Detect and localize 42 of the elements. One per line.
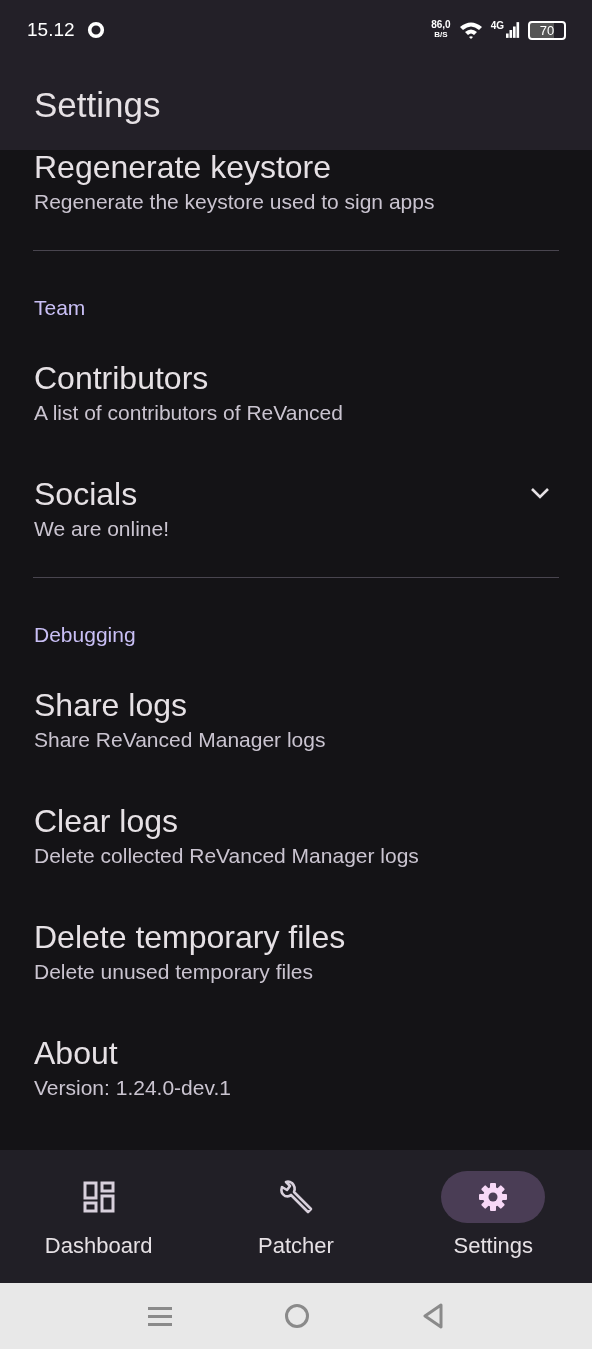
- settings-item[interactable]: Contributors A list of contributors of ReVanced: [0, 334, 592, 450]
- net-speed: 86,0: [431, 20, 451, 30]
- battery-indicator: 70: [528, 20, 566, 40]
- settings-item[interactable]: Socials We are online!: [0, 450, 592, 566]
- item-subtitle: Share ReVanced Manager logs: [34, 727, 327, 753]
- item-subtitle: A list of contributors of ReVanced: [34, 400, 344, 426]
- dashboard-icon: [82, 1181, 115, 1213]
- network-type: 4G: [490, 20, 504, 31]
- item-subtitle: Delete collected ReVanced Manager logs: [34, 843, 420, 869]
- net-speed-unit: B/S: [434, 30, 448, 40]
- back-icon[interactable]: [422, 1303, 444, 1329]
- settings-item[interactable]: Clear logs Delete collected ReVanced Manager logs: [0, 777, 592, 893]
- item-subtitle: Version: 1.24.0-dev.1: [34, 1075, 232, 1101]
- page-title: Settings: [34, 85, 161, 125]
- section-header: Team: [33, 295, 87, 321]
- settings-item[interactable]: Delete temporary files Delete unused temporary files: [0, 893, 592, 1009]
- item-title: Regenerate keystore: [34, 150, 333, 187]
- nav-tab[interactable]: Settings: [394, 1150, 592, 1283]
- wrench-icon: [278, 1179, 314, 1215]
- item-title: Contributors: [34, 359, 210, 398]
- clock: 15.12: [27, 19, 75, 41]
- location-icon: [86, 21, 105, 39]
- chevron-down-icon[interactable]: [530, 486, 550, 499]
- nav-tab[interactable]: Dashboard: [0, 1150, 198, 1283]
- menu-icon[interactable]: [148, 1306, 172, 1326]
- item-title: Clear logs: [34, 802, 180, 841]
- item-subtitle: Regenerate the keystore used to sign apps: [34, 189, 436, 215]
- section-header: Debugging: [33, 622, 137, 648]
- item-subtitle: Delete unused temporary files: [34, 959, 314, 985]
- wifi-icon: [458, 20, 483, 40]
- item-title: Share logs: [34, 686, 188, 725]
- settings-item[interactable]: About Version: 1.24.0-dev.1: [0, 1009, 592, 1125]
- settings-item[interactable]: Regenerate keystore Regenerate the keystore used to sign apps: [0, 150, 592, 239]
- item-subtitle: We are online!: [34, 516, 171, 542]
- item-title: Socials: [34, 475, 139, 514]
- item-title: Delete temporary files: [34, 918, 347, 957]
- signal-icon: [506, 20, 520, 40]
- item-title: About: [34, 1034, 119, 1073]
- settings-item[interactable]: Share logs Share ReVanced Manager logs: [0, 661, 592, 777]
- home-icon[interactable]: [284, 1303, 310, 1329]
- nav-tab[interactable]: Patcher: [197, 1150, 395, 1283]
- settings-icon: [477, 1181, 510, 1213]
